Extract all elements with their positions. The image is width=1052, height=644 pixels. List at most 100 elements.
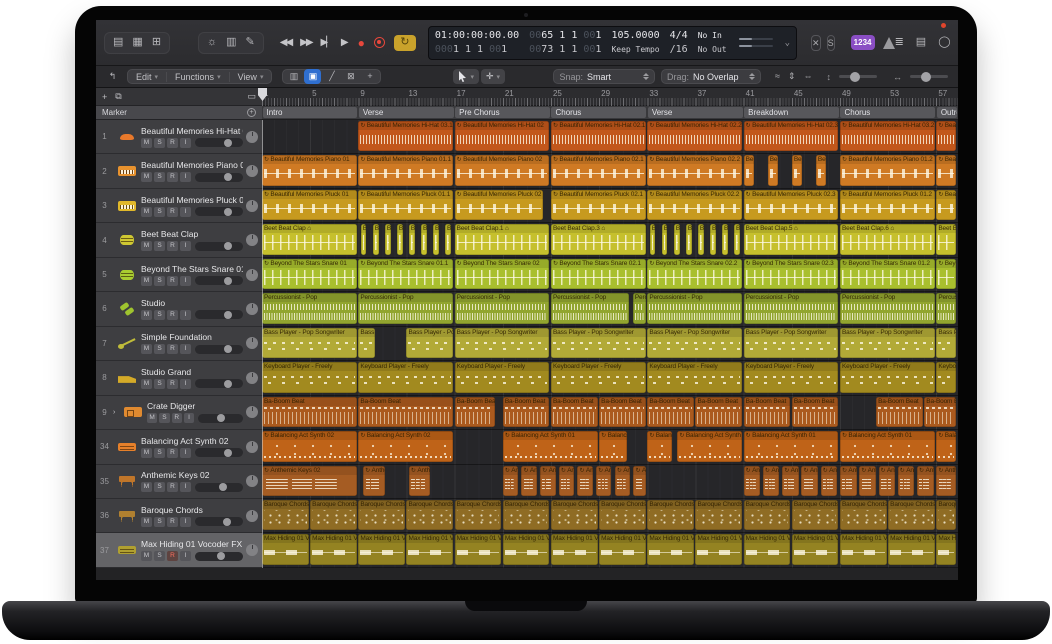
solo-button[interactable]: S bbox=[159, 413, 169, 423]
mute-button[interactable]: M bbox=[141, 517, 152, 527]
region[interactable]: ↻ Beautiful Memories Pluck 01.2 bbox=[840, 190, 935, 220]
track-name[interactable]: Balancing Act Synth 02 bbox=[141, 436, 243, 446]
region[interactable]: Beet Beat Clap bbox=[936, 224, 956, 254]
region[interactable]: ↻ Anthemic Keys 02 bbox=[936, 466, 956, 496]
volume-slider[interactable] bbox=[195, 138, 243, 147]
region[interactable]: B bbox=[397, 224, 403, 254]
rewind-button[interactable]: ◀◀ bbox=[280, 37, 291, 48]
pan-knob[interactable] bbox=[246, 406, 258, 418]
section-marker[interactable]: Breakdown bbox=[744, 107, 839, 118]
mute-button[interactable]: M bbox=[141, 482, 152, 492]
region[interactable]: Keyboard Player - Freely bbox=[551, 362, 646, 392]
region[interactable]: ↻ Anthe bbox=[633, 466, 645, 496]
section-marker[interactable]: Chorus bbox=[840, 107, 935, 118]
volume-slider[interactable] bbox=[195, 207, 243, 216]
track-header[interactable]: 8Studio GrandMSRI bbox=[96, 361, 262, 395]
pan-knob[interactable] bbox=[246, 475, 258, 487]
region[interactable]: Baroque Chords bbox=[792, 500, 839, 530]
volume-slider[interactable] bbox=[195, 345, 243, 354]
bar-ruler[interactable]: 159131721252933374145495357 bbox=[262, 88, 958, 106]
marquee-icon[interactable]: ▣ bbox=[304, 69, 321, 84]
play-button[interactable]: ▶ bbox=[341, 37, 349, 48]
volume-slider[interactable] bbox=[195, 448, 243, 457]
region[interactable]: Max Hiding 01 V bbox=[551, 534, 598, 564]
track-lane[interactable]: Max Hiding 01 V Max Hiding 01 V Max Hiding… bbox=[262, 533, 958, 567]
edit-menu[interactable]: Edit▾ bbox=[128, 72, 167, 82]
input-monitor-button[interactable]: I bbox=[184, 413, 194, 423]
region[interactable]: ↻ Balancing Act Synth 01 bbox=[744, 431, 839, 461]
track-header[interactable]: 37Max Hiding 01 Vocoder FXMSRI bbox=[96, 533, 262, 567]
input-monitor-button[interactable]: I bbox=[180, 551, 191, 561]
solo-button[interactable]: S bbox=[154, 517, 165, 527]
track-name[interactable]: Studio Grand bbox=[141, 367, 243, 377]
region[interactable]: ↻ Beautiful Memories Pluck 01 bbox=[936, 190, 956, 220]
mute-button[interactable]: M bbox=[141, 138, 152, 148]
region[interactable]: ↻ Anthe bbox=[763, 466, 780, 496]
region[interactable]: ↻ Beautiful Memories Pluck 02.1 bbox=[551, 190, 646, 220]
region[interactable]: Keyboard Player - Freely bbox=[358, 362, 453, 392]
region[interactable]: Beet Beat Clap.1 ⌂ bbox=[455, 224, 550, 254]
record-enable-button[interactable]: R bbox=[167, 379, 178, 389]
region[interactable]: ↻ Balancing Act Synth 01 bbox=[677, 431, 742, 461]
input-monitor-button[interactable]: I bbox=[180, 379, 191, 389]
region[interactable]: Be bbox=[744, 155, 755, 185]
count-in-button[interactable]: 1234 bbox=[851, 35, 875, 50]
track-lane[interactable]: Baroque ChordsBaroque ChordsBaroque Chor… bbox=[262, 499, 958, 533]
track-name[interactable]: Studio bbox=[141, 298, 243, 308]
cycle-button[interactable]: ↻ bbox=[394, 35, 416, 51]
region[interactable]: Ba-Boom Beat bbox=[551, 397, 598, 427]
region[interactable]: B bbox=[409, 224, 415, 254]
volume-slider[interactable] bbox=[195, 552, 243, 561]
region[interactable]: B bbox=[686, 224, 692, 254]
region[interactable]: Percussionist - Pop bbox=[744, 293, 839, 323]
mute-button[interactable]: M bbox=[141, 379, 152, 389]
track-lane[interactable]: ↻ Beautiful Memories Pluck 01↻ Beautiful… bbox=[262, 189, 958, 223]
track-lane[interactable]: Percussionist - PopPercussionist - PopPe… bbox=[262, 292, 958, 326]
record-enable-button[interactable]: R bbox=[167, 276, 178, 286]
region[interactable]: ↻ Beautiful Memories Piano 02 bbox=[455, 155, 550, 185]
view-menu[interactable]: View▾ bbox=[230, 72, 272, 82]
region[interactable]: ↻ Anthe bbox=[898, 466, 915, 496]
section-marker[interactable]: Intro bbox=[263, 107, 358, 118]
region[interactable]: ↻ Beautiful Memories Piano 01 bbox=[262, 155, 357, 185]
mute-button[interactable]: M bbox=[141, 207, 152, 217]
region[interactable]: ↻ Anthe bbox=[840, 466, 857, 496]
region[interactable]: ↻ Anthe bbox=[596, 466, 611, 496]
track-header[interactable]: 5Beyond The Stars Snare 01MSRI bbox=[96, 258, 262, 292]
region[interactable]: Beet Beat Clap.3 ⌂ bbox=[551, 224, 646, 254]
region[interactable]: Max Hiding 01 V bbox=[358, 534, 405, 564]
track-header[interactable]: 9›Crate DiggerMSRI bbox=[96, 396, 262, 430]
region[interactable]: B bbox=[373, 224, 379, 254]
metronome-icon[interactable] bbox=[883, 37, 895, 49]
input-monitor-button[interactable]: I bbox=[180, 517, 191, 527]
region[interactable]: ↻ Beyond The Stars Snare 01 bbox=[936, 259, 956, 289]
section-marker[interactable]: Chorus bbox=[551, 107, 646, 118]
region[interactable]: Keyboard Player - Freely bbox=[262, 362, 357, 392]
solo-button[interactable]: S bbox=[154, 207, 165, 217]
section-marker[interactable]: Outro bbox=[937, 107, 957, 118]
solo-mode-button[interactable]: S bbox=[827, 35, 835, 51]
track-header[interactable]: 3Beautiful Memories Pluck 01MSRI bbox=[96, 189, 262, 223]
record-enable-button[interactable]: R bbox=[167, 482, 178, 492]
region[interactable]: B bbox=[722, 224, 728, 254]
region[interactable]: ↻ Anthe bbox=[879, 466, 896, 496]
region[interactable]: ↻ Anthe bbox=[503, 466, 518, 496]
region[interactable]: ↻ Balancing Act Synth 01 bbox=[840, 431, 935, 461]
input-monitor-button[interactable]: I bbox=[180, 448, 191, 458]
track-lane[interactable]: Keyboard Player - FreelyKeyboard Player … bbox=[262, 361, 958, 395]
region[interactable]: Ba-Boom Beat bbox=[924, 397, 956, 427]
region[interactable]: Max Hiding 01 V bbox=[888, 534, 935, 564]
track-name[interactable]: Beet Beat Clap bbox=[141, 229, 243, 239]
track-lane[interactable]: Ba-Boom BeatBa-Boom BeatBa-Boom BeatBa-B… bbox=[262, 396, 958, 430]
region[interactable]: Percussionist - Pop bbox=[840, 293, 935, 323]
region[interactable]: ↻ Beyond The Stars Snare 02.3 bbox=[744, 259, 839, 289]
mute-button[interactable]: M bbox=[141, 172, 152, 182]
region[interactable]: Bass Player - Pop Songwriter bbox=[744, 328, 839, 358]
region[interactable]: Ba-Boom Beat bbox=[358, 397, 453, 427]
region[interactable]: Percussionist - Pop bbox=[358, 293, 453, 323]
region[interactable]: Max Hid bbox=[936, 534, 956, 564]
mute-button[interactable]: M bbox=[141, 551, 152, 561]
region[interactable]: ↻ Anthe bbox=[821, 466, 838, 496]
vertical-zoom-slider[interactable] bbox=[839, 75, 877, 78]
region[interactable]: ↻ Beautiful Memories Pluck 02.3 bbox=[744, 190, 839, 220]
